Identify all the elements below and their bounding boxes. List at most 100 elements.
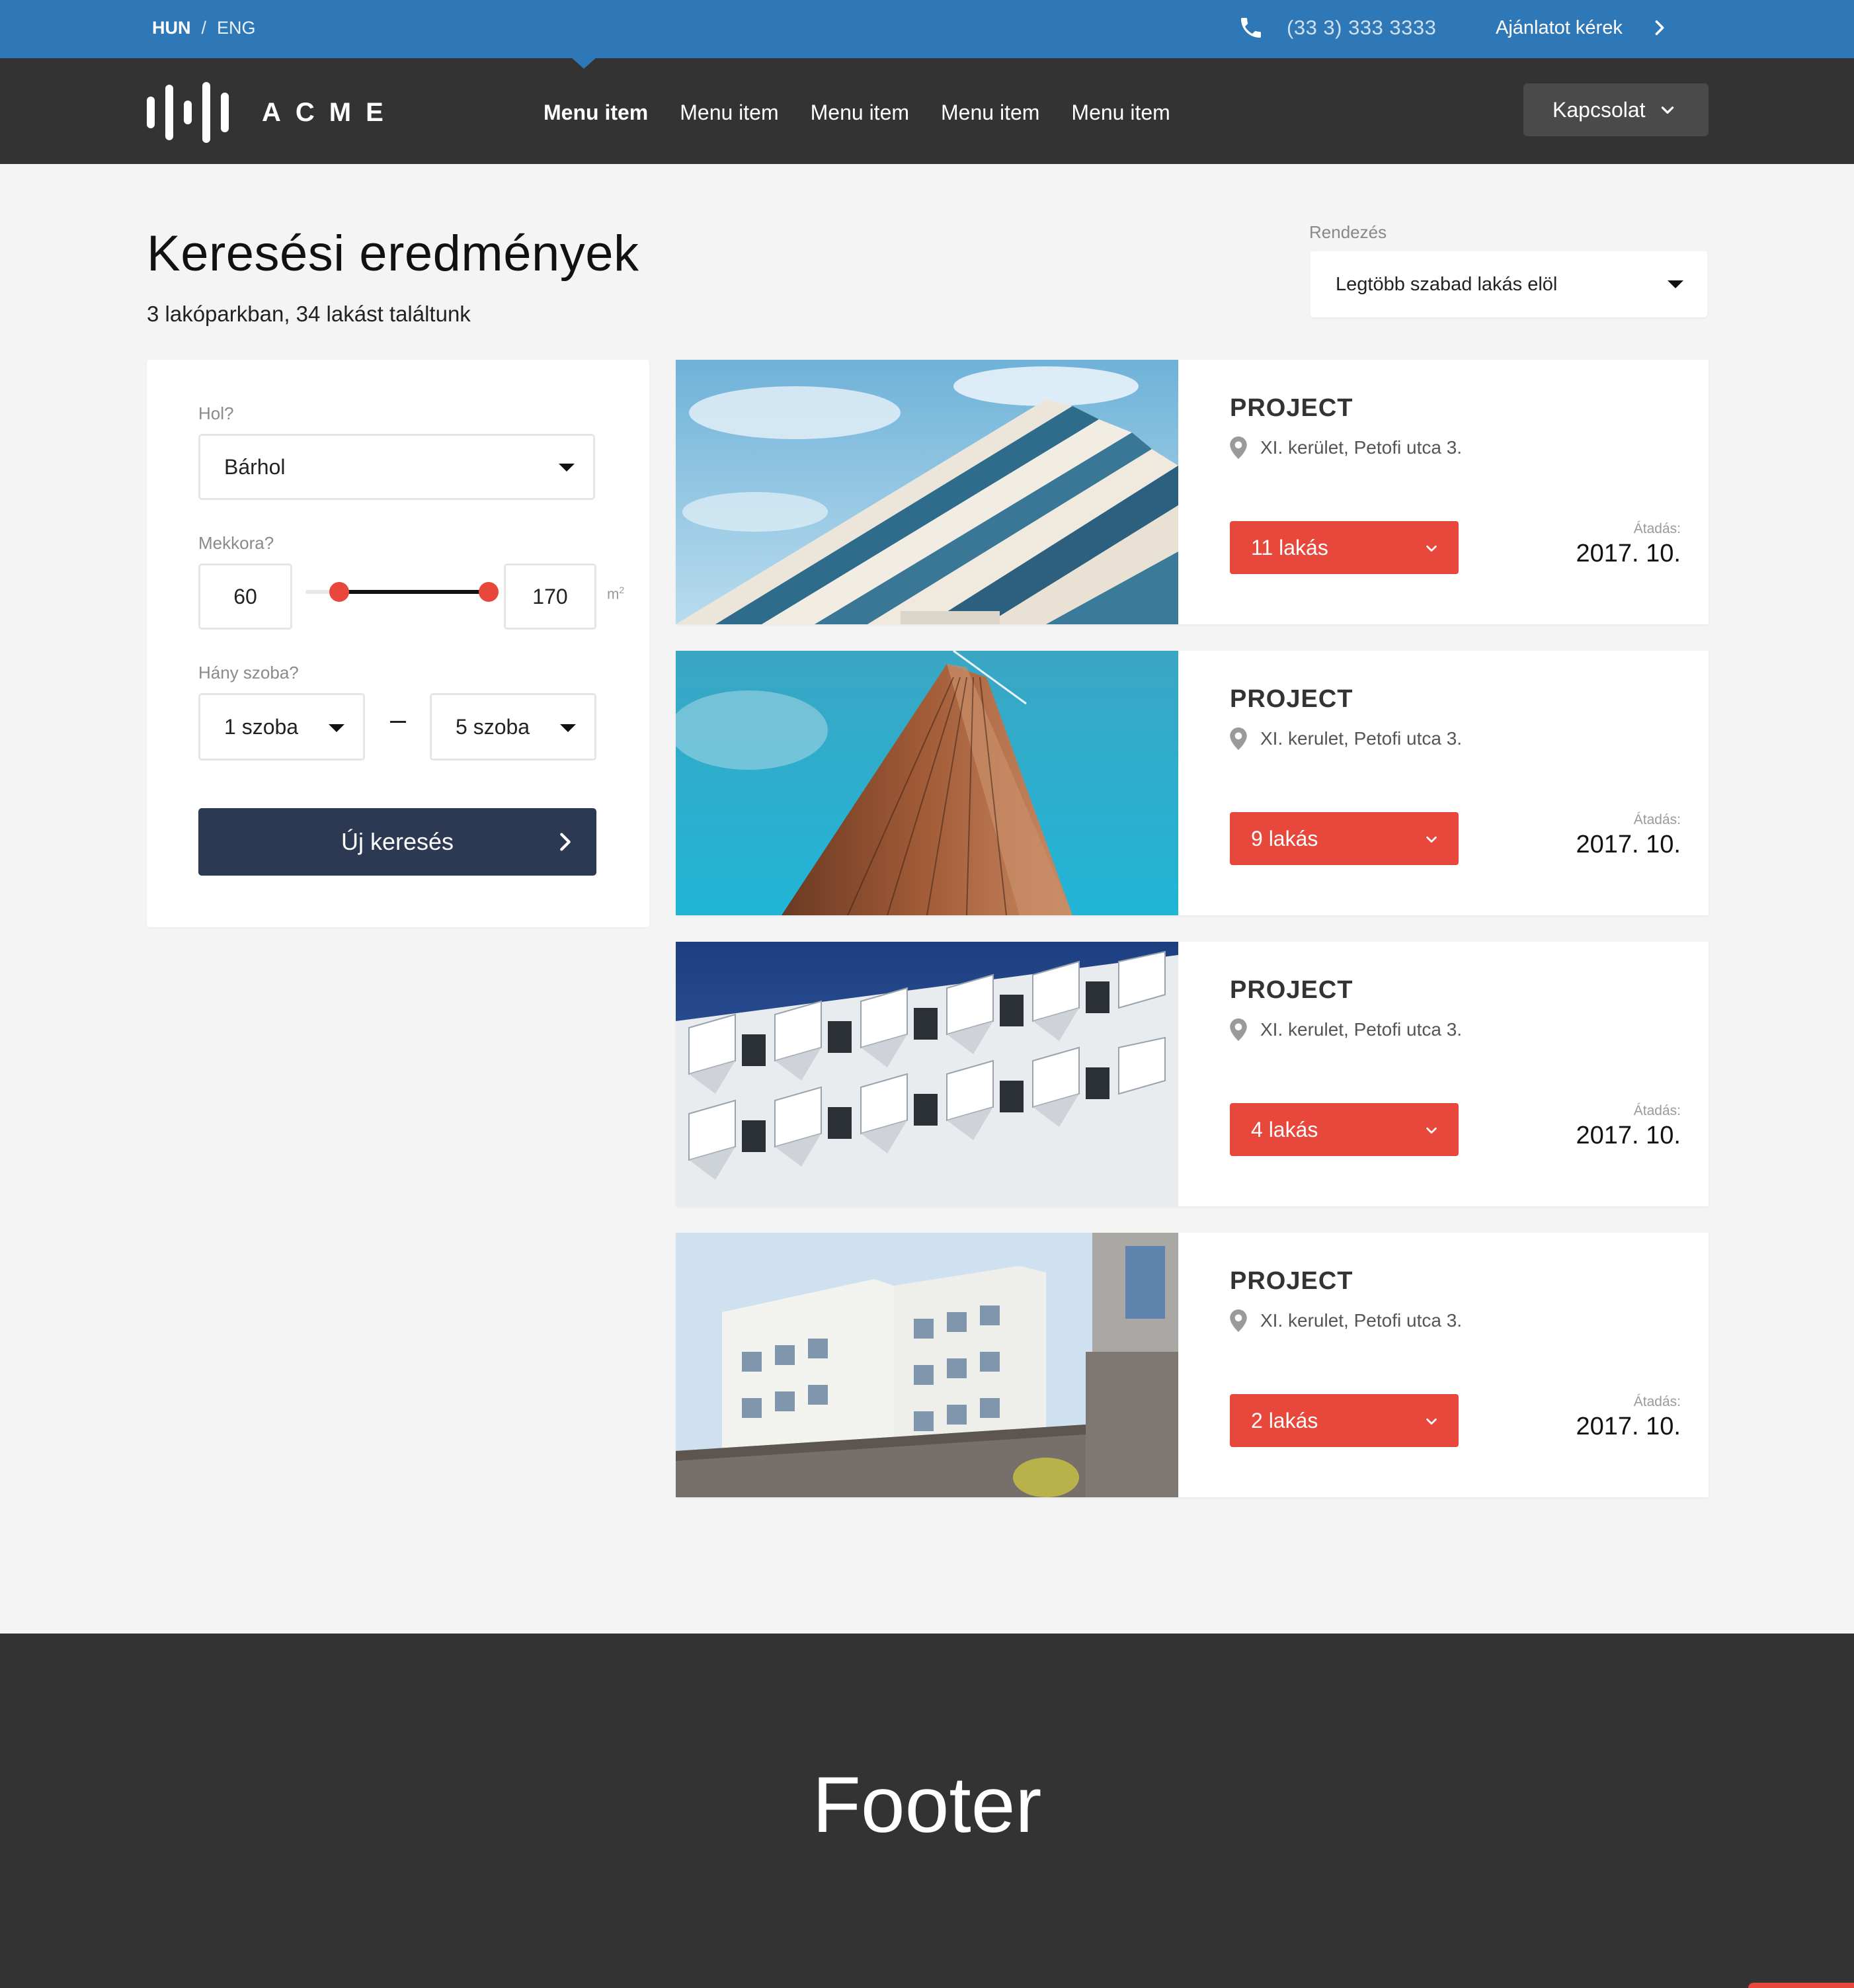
project-address: XI. kerulet, Petofi utca 3. <box>1230 1018 1462 1041</box>
lang-hun-link[interactable]: HUN <box>152 18 191 38</box>
size-min-value: 60 <box>233 584 257 608</box>
units-dropdown-button[interactable]: 11 lakás <box>1230 521 1459 574</box>
chevron-down-icon <box>1426 836 1437 843</box>
project-title: PROJECT <box>1230 976 1353 1004</box>
project-address: XI. kerület, Petofi utca 3. <box>1230 436 1462 459</box>
rooms-min-value: 1 szoba <box>224 714 299 739</box>
size-max-input[interactable]: 170 <box>504 563 596 630</box>
rooms-range-dash <box>390 721 406 723</box>
size-range-slider[interactable] <box>305 582 499 602</box>
request-offer-label: Ajánlatot kérek <box>1496 17 1623 38</box>
chevron-right-icon <box>560 833 571 851</box>
rooms-min-select[interactable]: 1 szoba <box>198 693 365 761</box>
delivery-label: Átadás: <box>1633 1103 1681 1118</box>
search-filter-panel: Hol? Bárhol Mekkora? 60 170 m2 Hány szob… <box>147 360 649 927</box>
location-pin-icon <box>1230 727 1247 750</box>
footer-accent-bar <box>1748 1983 1854 1988</box>
sort-value: Legtöbb szabad lakás elöl <box>1336 273 1558 295</box>
delivery-date: 2017. 10. <box>1576 1413 1681 1440</box>
slider-max-handle[interactable] <box>479 582 499 602</box>
project-title: PROJECT <box>1230 394 1353 422</box>
project-address-text: XI. kerulet, Petofi utca 3. <box>1260 1310 1463 1331</box>
project-address-text: XI. kerulet, Petofi utca 3. <box>1260 1019 1463 1040</box>
project-title: PROJECT <box>1230 685 1353 713</box>
delivery-date: 2017. 10. <box>1576 1122 1681 1149</box>
project-address-text: XI. kerulet, Petofi utca 3. <box>1260 728 1463 749</box>
menu-item-3[interactable]: Menu item <box>811 93 909 132</box>
acme-logo-icon <box>147 82 229 143</box>
menu-item-5[interactable]: Menu item <box>1071 93 1170 132</box>
size-unit-exponent: 2 <box>619 585 625 595</box>
location-value: Bárhol <box>224 454 286 479</box>
project-photo[interactable] <box>676 1233 1178 1497</box>
rooms-max-select[interactable]: 5 szoba <box>430 693 596 761</box>
chevron-right-icon <box>1655 20 1664 36</box>
results-summary: 3 lakóparkban, 34 lakást találtunk <box>147 302 471 326</box>
chevron-down-icon <box>1661 106 1673 114</box>
project-address-text: XI. kerület, Petofi utca 3. <box>1260 437 1463 458</box>
new-search-label: Új keresés <box>341 828 454 855</box>
chevron-down-icon <box>1426 1418 1437 1425</box>
project-photo[interactable] <box>676 360 1178 624</box>
rooms-max-value: 5 szoba <box>456 714 530 739</box>
request-offer-link[interactable]: Ajánlatot kérek <box>1496 13 1669 42</box>
delivery-date: 2017. 10. <box>1576 831 1681 858</box>
rooms-label: Hány szoba? <box>198 663 299 683</box>
result-card[interactable]: PROJECT XI. kerulet, Petofi utca 3. 4 la… <box>676 942 1709 1206</box>
location-pin-icon <box>1230 436 1247 459</box>
location-pin-icon <box>1230 1309 1247 1332</box>
language-switcher: HUN / ENG <box>152 16 256 40</box>
size-min-input[interactable]: 60 <box>198 563 292 630</box>
delivery-label: Átadás: <box>1633 1394 1681 1409</box>
page-title: Keresési eredmények <box>147 226 639 282</box>
units-count: 9 lakás <box>1251 826 1318 850</box>
delivery-label: Átadás: <box>1633 812 1681 827</box>
phone-number: (33 3) 333 3333 <box>1287 16 1437 39</box>
contact-label: Kapcsolat <box>1552 97 1646 122</box>
project-address: XI. kerulet, Petofi utca 3. <box>1230 1309 1462 1332</box>
units-dropdown-button[interactable]: 4 lakás <box>1230 1103 1459 1156</box>
slider-range-fill <box>339 590 489 594</box>
caret-down-icon <box>329 724 344 732</box>
sort-label: Rendezés <box>1309 222 1387 242</box>
phone-link[interactable]: (33 3) 333 3333 <box>1238 13 1436 42</box>
building-image <box>676 1233 1178 1497</box>
building-image <box>676 651 1178 915</box>
units-dropdown-button[interactable]: 2 lakás <box>1230 1394 1459 1447</box>
units-count: 4 lakás <box>1251 1117 1318 1141</box>
result-card[interactable]: PROJECT XI. kerület, Petofi utca 3. 11 l… <box>676 360 1709 624</box>
units-dropdown-button[interactable]: 9 lakás <box>1230 812 1459 865</box>
contact-dropdown-button[interactable]: Kapcsolat <box>1523 83 1709 136</box>
lang-separator: / <box>201 18 207 38</box>
project-title: PROJECT <box>1230 1267 1353 1295</box>
caret-down-icon <box>560 724 576 732</box>
lang-eng-link[interactable]: ENG <box>217 18 256 38</box>
location-pin-icon <box>1230 1018 1247 1041</box>
chevron-down-icon <box>1426 1127 1437 1134</box>
brand-logo[interactable]: ACME <box>147 82 398 143</box>
menu-item-2[interactable]: Menu item <box>680 93 778 132</box>
project-photo[interactable] <box>676 942 1178 1206</box>
project-address: XI. kerulet, Petofi utca 3. <box>1230 727 1462 750</box>
result-card[interactable]: PROJECT XI. kerulet, Petofi utca 3. 9 la… <box>676 651 1709 915</box>
delivery-label: Átadás: <box>1633 521 1681 536</box>
delivery-date: 2017. 10. <box>1576 540 1681 567</box>
building-image <box>676 360 1178 624</box>
result-card[interactable]: PROJECT XI. kerulet, Petofi utca 3. 2 la… <box>676 1233 1709 1497</box>
where-label: Hol? <box>198 403 234 423</box>
size-max-value: 170 <box>532 584 568 608</box>
main-navigation: ACME Menu item Menu item Menu item Menu … <box>0 58 1854 164</box>
caret-down-icon <box>559 464 575 472</box>
menu-item-4[interactable]: Menu item <box>941 93 1039 132</box>
menu-item-1[interactable]: Menu item <box>544 93 648 132</box>
new-search-button[interactable]: Új keresés <box>198 808 596 876</box>
project-photo[interactable] <box>676 651 1178 915</box>
active-menu-pointer <box>571 57 597 69</box>
footer-placeholder-text: Footer <box>812 1760 1042 1849</box>
size-unit-base: m <box>607 585 620 602</box>
sort-select[interactable]: Legtöbb szabad lakás elöl <box>1310 251 1707 317</box>
slider-min-handle[interactable] <box>329 582 350 602</box>
brand-name: ACME <box>262 97 398 127</box>
top-utility-bar: HUN / ENG (33 3) 333 3333 Ajánlatot kérek <box>0 0 1854 58</box>
location-select[interactable]: Bárhol <box>198 434 595 500</box>
